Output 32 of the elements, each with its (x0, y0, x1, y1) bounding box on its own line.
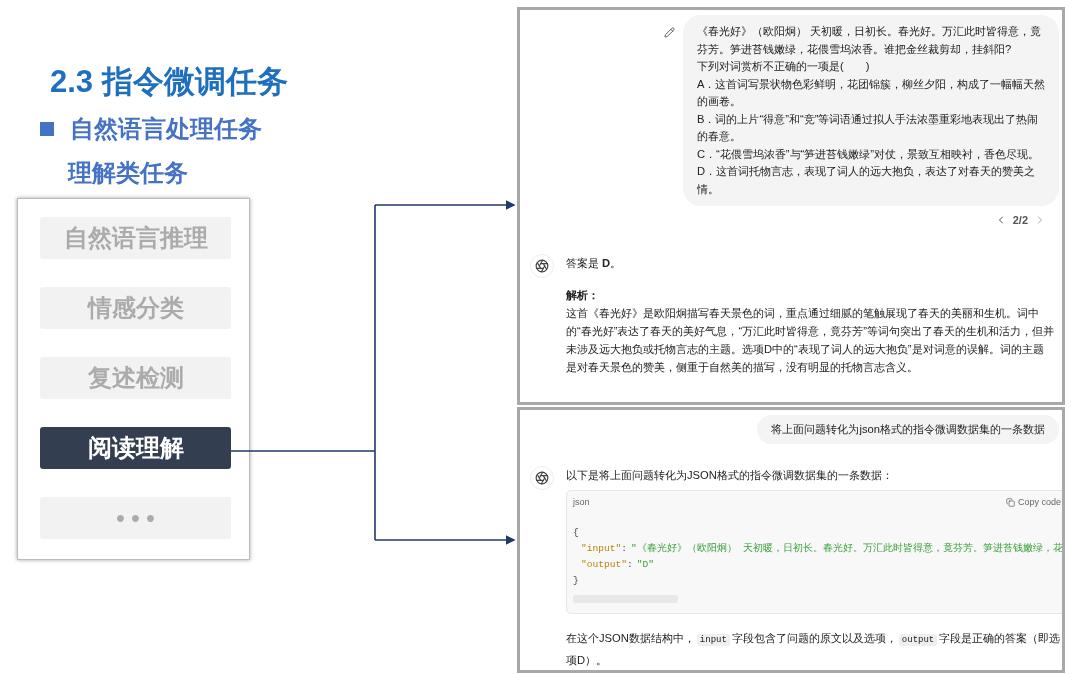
aperture-icon (535, 259, 549, 273)
bullet-heading: 自然语言处理任务 (70, 114, 262, 144)
aperture-icon (535, 471, 549, 485)
assistant-message: 以下是将上面问题转化为JSON格式的指令微调数据集的一条数据： (566, 468, 894, 483)
bullet-icon (40, 122, 54, 136)
user-message: 将上面问题转化为json格式的指令微调数据集的一条数据 (757, 415, 1059, 444)
subheading: 理解类任务 (68, 158, 189, 188)
message-paragraph: A．这首词写景状物色彩鲜明，花团锦簇，柳丝夕阳，构成了一幅幅天然的画卷。 (697, 76, 1047, 109)
analysis-text: 这首《春光好》是欧阳炯描写春天景色的词，重点通过细腻的笔触展现了春天的美丽和生机。词中的“春光好”表达了春天的美好气息，“万汇此时皆得意，竟芬芳”等词句突出了春天的生机和活力，但并未涉及远大抱负或托物言志的主题。选项D中的“表现了词人的远大抱负”是对词意的误解。词的主题是对春天景色的赞美，侧重于自然美的描写，没有明显的托物言志含义。 (566, 306, 1054, 375)
task-menu-item[interactable]: • • • (40, 497, 231, 539)
message-paragraph: D．这首词托物言志，表现了词人的远大抱负，表达了对春天的赞美之情。 (697, 164, 1037, 197)
code-line: "input": "《春光好》（欧阳炯） 天初暖，日初长。春光好。万汇此时皆得意，竟芬芳。笋进苔钱嫩绿，花 (580, 541, 1061, 556)
copy-code-button[interactable]: Copy code (1005, 497, 1061, 507)
code-line: "output": "D" (580, 558, 656, 572)
explanation-text: 在这个JSON数据结构中， input 字段包含了问题的原文以及选项， output 字段是正确的答案（即选项D）。 (566, 631, 1062, 668)
code-language: json (573, 497, 590, 507)
analysis-heading: 解析： (566, 288, 600, 303)
task-menu-item[interactable]: 自然语言推理 (40, 217, 231, 259)
task-menu-item[interactable]: 阅读理解 (40, 427, 231, 469)
code-line: { (573, 526, 580, 540)
answer-text: 答案是 D。 (566, 256, 623, 271)
page-counter: 2/2 (1012, 214, 1028, 226)
message-paragraph: 下列对词赏析不正确的一项是( ) (697, 59, 871, 74)
message-paragraph: 《春光好》（欧阳炯） 天初暖，日初长。春光好。万汇此时皆得意，竟芬芳。笋进苔钱嫩绿，花偎雪坞浓香。谁把金丝裁剪却，挂斜阳? (697, 24, 1043, 57)
task-menu-item[interactable]: 复述检测 (40, 357, 231, 399)
copy-icon (1005, 497, 1015, 507)
code-line: } (573, 574, 580, 588)
message-paragraph: C．“花偎雪坞浓香”与“笋进苔钱嫩绿”对仗，景致互相映衬，香色尽现。 (697, 146, 1040, 162)
message-paragraph: B．词的上片“得意”和“竞”等词语通过拟人手法浓墨重彩地表现出了热闹的春意。 (697, 111, 1040, 144)
task-menu-item[interactable]: 情感分类 (40, 287, 231, 329)
slide-title: 2.3 指令微调任务 (50, 63, 289, 101)
pencil-icon[interactable] (664, 27, 675, 38)
